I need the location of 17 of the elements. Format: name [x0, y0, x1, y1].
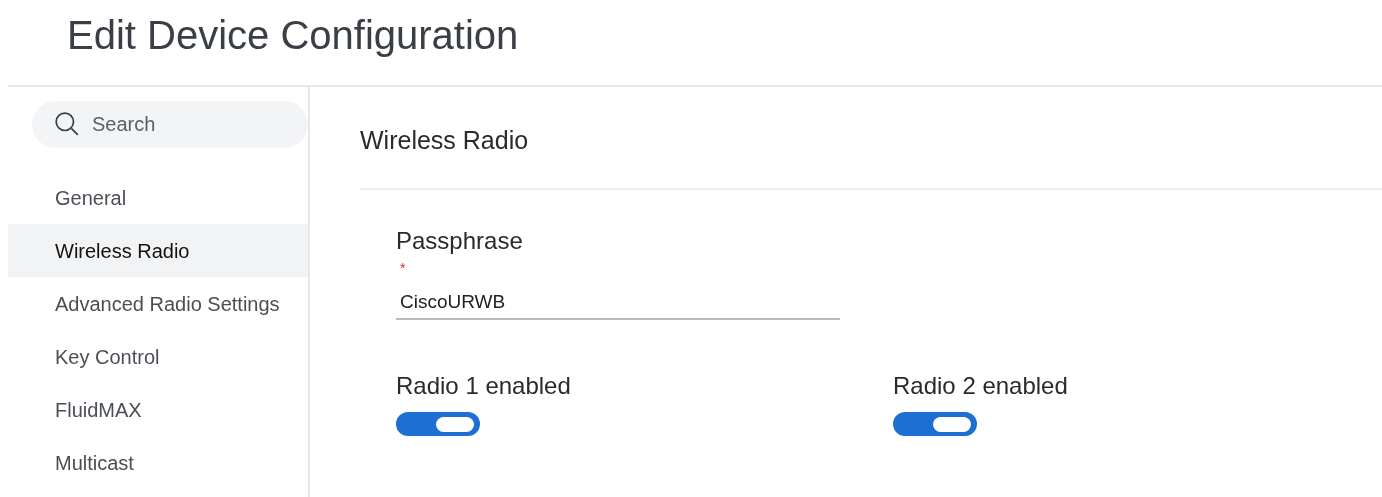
toggle-switch[interactable] [893, 412, 977, 436]
sidebar-item[interactable]: Multicast [8, 436, 308, 489]
toggle-label: Radio 2 enabled [893, 372, 1068, 400]
field-label: Passphrase [396, 227, 523, 255]
section-title: Wireless Radio [360, 125, 529, 156]
passphrase-field[interactable]: CiscoURWB [396, 286, 840, 320]
page-title: Edit Device Configuration [67, 12, 519, 59]
required-mark: * [399, 260, 406, 276]
search-icon [54, 111, 80, 137]
toggle-label: Radio 1 enabled [396, 372, 571, 400]
toggle-switch[interactable] [396, 412, 480, 436]
sidebar-item[interactable]: FluidMAX [8, 383, 308, 436]
search-field[interactable]: Search [32, 101, 308, 148]
sidebar-item[interactable]: Wireless Radio [8, 224, 308, 277]
sidebar-item[interactable]: General [8, 171, 308, 224]
sidebar-item[interactable]: Advanced Radio Settings [8, 277, 308, 330]
sidebar-item[interactable]: Key Control [8, 330, 308, 383]
